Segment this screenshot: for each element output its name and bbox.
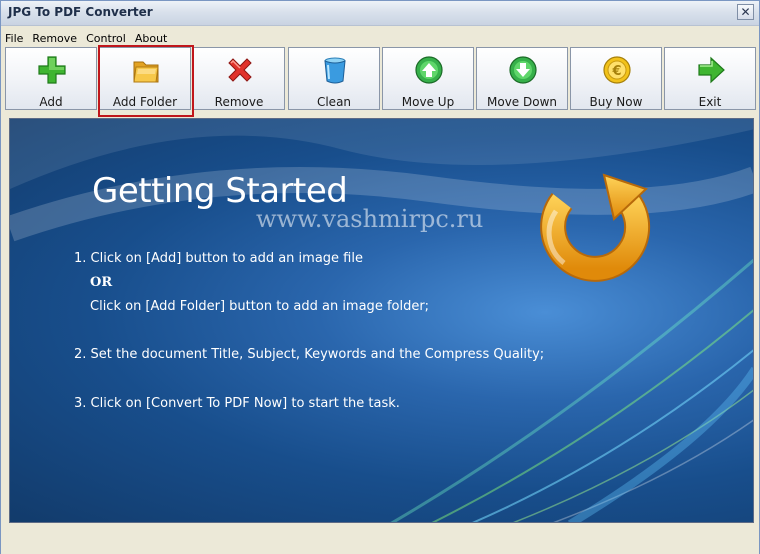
plus-icon [38, 56, 66, 84]
window-title: JPG To PDF Converter [8, 5, 153, 19]
clean-button[interactable]: Clean [288, 47, 380, 110]
menu-file[interactable]: File [1, 30, 28, 45]
menu-remove[interactable]: Remove [28, 30, 82, 45]
add-button[interactable]: Add [5, 47, 97, 110]
watermark-text: www.vashmirpc.ru [256, 205, 484, 233]
step-1-text: 1. Click on [Add] button to add an image… [74, 251, 363, 266]
svg-text:€: € [611, 64, 621, 79]
remove-button[interactable]: Remove [193, 47, 285, 110]
refresh-arrow-icon [540, 173, 651, 282]
coin-icon: € [603, 56, 631, 84]
exit-button[interactable]: Exit [664, 47, 756, 110]
step-2-text: 2. Set the document Title, Subject, Keyw… [74, 347, 545, 362]
close-icon: ✕ [740, 5, 751, 19]
add-label: Add [39, 95, 63, 109]
remove-x-icon [228, 58, 252, 82]
arrow-right-icon [698, 56, 725, 84]
bottom-area [1, 526, 759, 554]
step-1b-text: Click on [Add Folder] button to add an i… [90, 299, 430, 314]
title-bar[interactable]: JPG To PDF Converter ✕ [1, 1, 759, 26]
close-window-button[interactable]: ✕ [737, 4, 754, 20]
or-text: OR [90, 275, 113, 290]
app-window: JPG To PDF Converter ✕ File Remove Control… [0, 0, 760, 554]
move-down-button[interactable]: Move Down [476, 47, 568, 110]
buy-now-button[interactable]: € Buy Now [570, 47, 662, 110]
step-3-text: 3. Click on [Convert To PDF Now] to star… [74, 396, 400, 411]
move-up-label: Move Up [401, 95, 455, 109]
buy-now-label: Buy Now [589, 95, 643, 109]
menu-about[interactable]: About [131, 30, 173, 45]
exit-label: Exit [698, 95, 722, 109]
move-up-button[interactable]: Move Up [382, 47, 474, 110]
arrow-up-circle-icon [415, 56, 443, 84]
menu-control[interactable]: Control [82, 30, 131, 45]
trash-can-icon [324, 57, 346, 84]
remove-label: Remove [214, 95, 264, 109]
menu-bar: File Remove Control About [1, 27, 759, 45]
move-down-label: Move Down [487, 95, 557, 109]
clean-label: Clean [316, 95, 352, 109]
getting-started-panel: Getting Started www.vashmirpc.ru 1. Clic… [9, 118, 754, 523]
add-folder-highlight-box [98, 45, 194, 117]
arrow-down-circle-icon [509, 56, 537, 84]
